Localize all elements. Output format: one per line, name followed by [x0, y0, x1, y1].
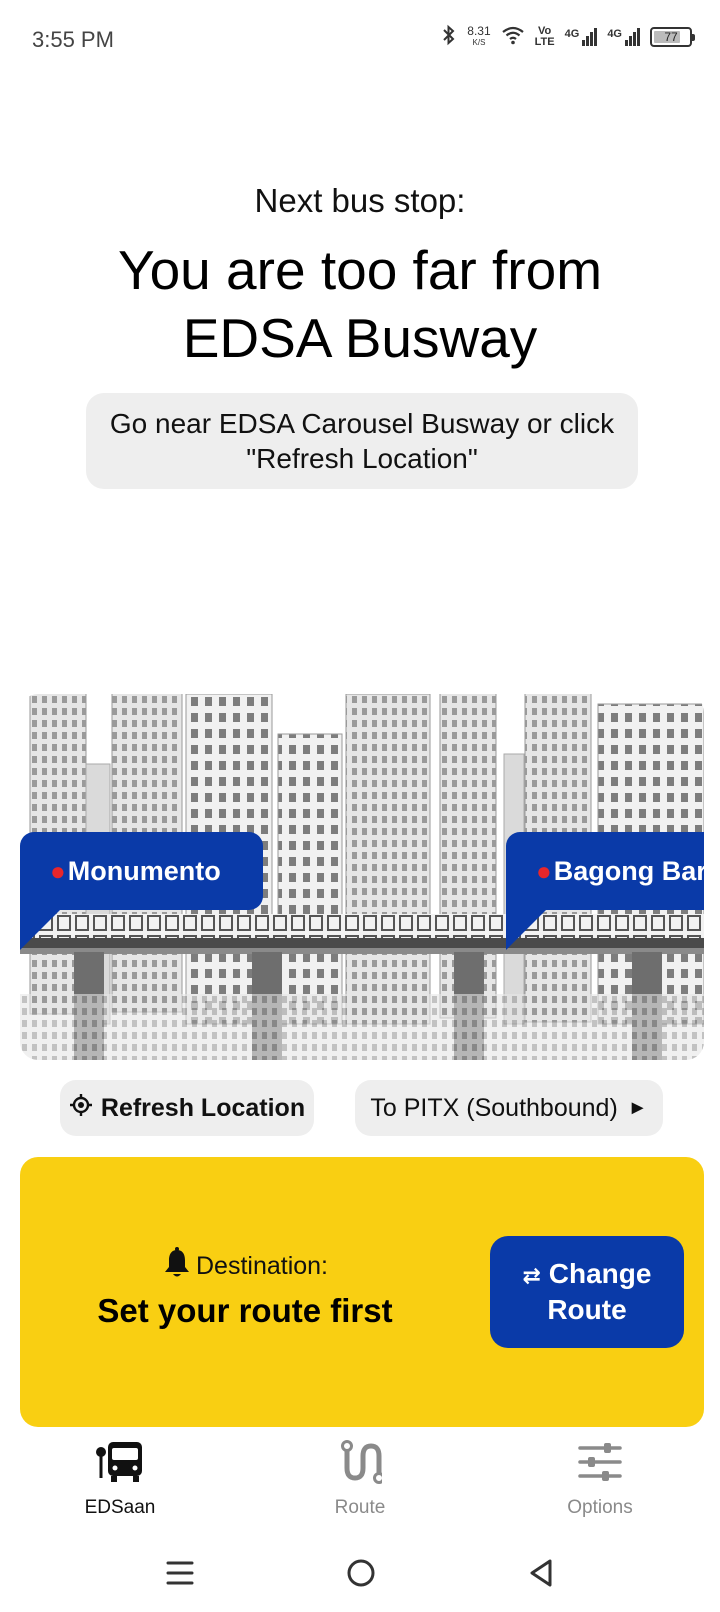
bottom-navigation: EDSaan Route Options [0, 1440, 720, 1540]
signal-icon-2: 4G [607, 27, 640, 46]
nav-item-edsaan[interactable]: EDSaan [20, 1440, 220, 1540]
home-icon[interactable] [331, 1548, 391, 1598]
net-speed-unit: K/S [472, 37, 486, 47]
net-speed: 8.31 K/S [467, 23, 491, 48]
pin-icon: ● [50, 855, 66, 886]
bluetooth-icon [441, 24, 457, 49]
change-route-button[interactable]: ⇄ Change Route [490, 1236, 684, 1348]
menu-icon[interactable] [150, 1548, 210, 1598]
nav-label-edsaan: EDSaan [84, 1497, 156, 1518]
direction-toggle-button[interactable]: To PITX (Southbound) ► [355, 1080, 663, 1136]
back-icon[interactable] [511, 1548, 571, 1598]
system-navigation [0, 1540, 720, 1612]
city-scene: ● Monumento ● Bagong Barrio [20, 694, 704, 1060]
signal-icon: 4G [564, 27, 598, 46]
change-route-label: Change Route [547, 1258, 652, 1325]
bus-stop-icon [94, 1440, 146, 1489]
status-icons: 8.31 K/S Vo LTE 4G 4G 77 [441, 23, 695, 49]
next-stop-message: You are too far from EDSA Busway [117, 239, 603, 369]
stop-tag-bagong-barrio: ● Bagong Barrio [506, 832, 704, 910]
battery-level: 77 [664, 29, 678, 44]
next-stop-label: Next bus stop: [254, 182, 466, 219]
sliders-icon [576, 1440, 624, 1489]
destination-value: Set your route first [97, 1292, 393, 1329]
volte-indicator: Vo LTE [534, 24, 555, 48]
nav-label-options: Options [567, 1497, 633, 1518]
stop-tag-tail [506, 910, 546, 950]
status-bar: 3:55 PM 8.31 K/S Vo LTE 4G 4G 77 [0, 0, 720, 82]
stop-label: Monumento [67, 855, 221, 886]
signal2-label: 4G [607, 27, 622, 40]
swap-icon: ⇄ [522, 1263, 541, 1288]
stop-tag-monumento: ● Monumento [20, 832, 263, 910]
net-speed-value: 8.31 [467, 23, 491, 38]
status-time: 3:55 PM [32, 27, 114, 52]
destination-panel: Destination: Set your route first ⇄ Chan… [20, 1157, 704, 1427]
nav-item-route[interactable]: Route [260, 1440, 460, 1540]
wifi-icon [501, 25, 525, 48]
direction-label: To PITX (Southbound) [370, 1093, 618, 1122]
pin-icon: ● [536, 855, 552, 886]
volte-top: Vo [538, 24, 552, 37]
crosshair-icon [69, 1093, 93, 1124]
route-icon [338, 1440, 385, 1489]
destination-label-row: Destination: [20, 1247, 470, 1286]
signal1-label: 4G [564, 27, 580, 40]
bell-icon [162, 1247, 192, 1286]
refresh-location-label: Refresh Location [100, 1093, 306, 1122]
refresh-location-button[interactable]: Refresh Location [60, 1080, 314, 1136]
battery-icon: 77 [650, 26, 695, 47]
location-hint: Go near EDSA Carousel Busway or click "R… [86, 393, 638, 489]
stop-label: Bagong Barrio [553, 855, 704, 886]
nav-label-route: Route [334, 1497, 386, 1518]
destination-label: Destination: [195, 1252, 329, 1280]
play-arrow-icon: ► [627, 1096, 648, 1119]
nav-item-options[interactable]: Options [500, 1440, 700, 1540]
volte-bottom: LTE [534, 35, 555, 48]
stop-tag-tail [20, 910, 60, 950]
